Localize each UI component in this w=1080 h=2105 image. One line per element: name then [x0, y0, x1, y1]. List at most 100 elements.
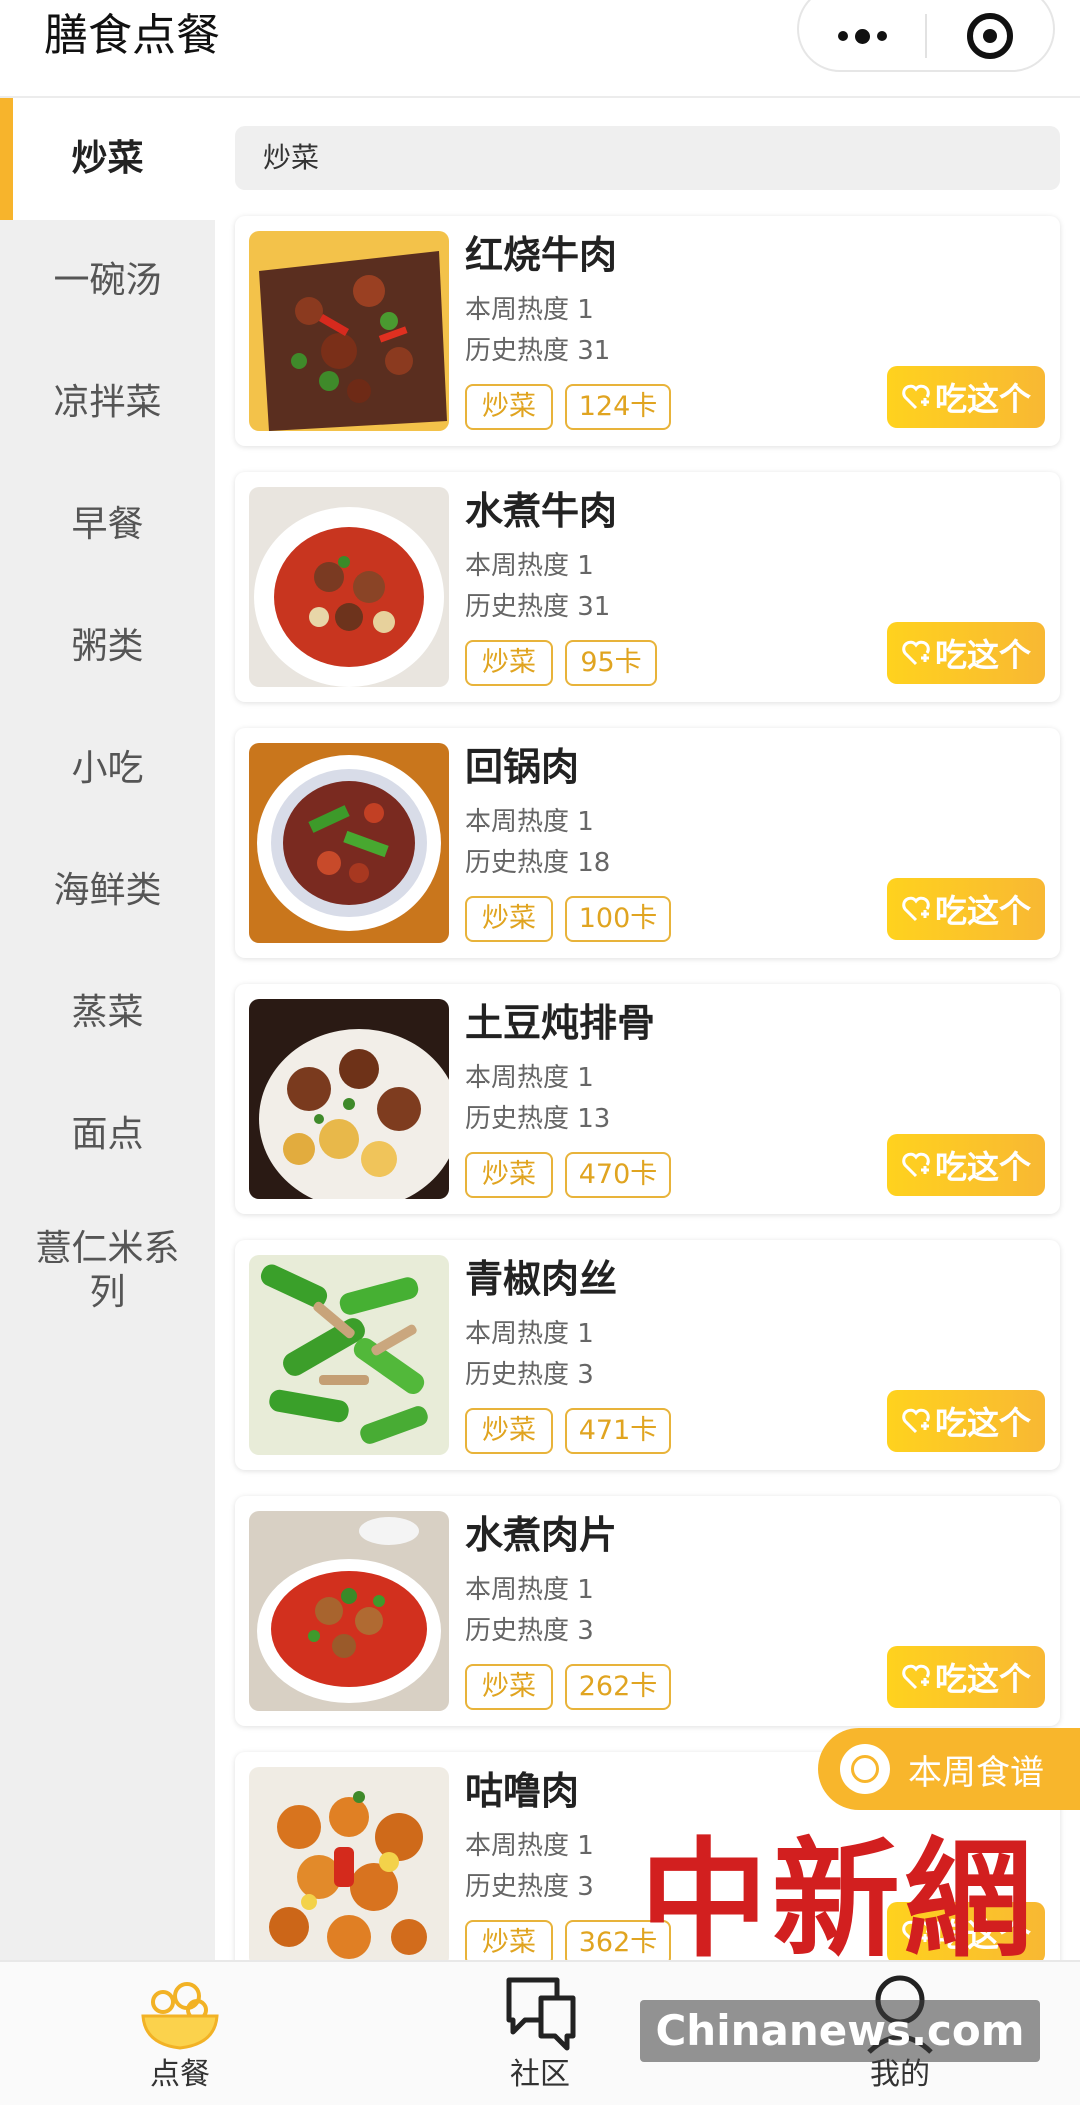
eat-this-label: 吃这个	[934, 1660, 1031, 1698]
eat-this-label: 吃这个	[934, 1916, 1031, 1954]
dish-card[interactable]: 回锅肉 本周热度 1 历史热度 18 炒菜 100卡 吃这个	[235, 728, 1060, 958]
dish-name: 青椒肉丝	[465, 1257, 618, 1301]
category-tag: 炒菜	[465, 1664, 553, 1710]
dish-photo	[249, 487, 449, 687]
eat-this-button[interactable]: 吃这个	[887, 1390, 1045, 1452]
plate-icon	[840, 1744, 890, 1794]
weekly-popularity: 本周热度 1	[465, 1319, 594, 1349]
calorie-tag: 100卡	[565, 896, 671, 942]
category-tag: 炒菜	[465, 896, 553, 942]
category-tag: 炒菜	[465, 640, 553, 686]
calorie-tag: 262卡	[565, 1664, 671, 1710]
tab-order[interactable]: 点餐	[0, 1962, 360, 2105]
dish-photo	[249, 231, 449, 431]
sidebar-item-pastry[interactable]: 面点	[0, 1074, 215, 1196]
history-popularity: 历史热度 3	[465, 1360, 594, 1390]
eat-this-button[interactable]: 吃这个	[887, 878, 1045, 940]
dish-name: 回锅肉	[465, 745, 580, 789]
dish-card[interactable]: 青椒肉丝 本周热度 1 历史热度 3 炒菜 471卡 吃这个	[235, 1240, 1060, 1470]
eat-this-button[interactable]: 吃这个	[887, 1902, 1045, 1964]
tab-community[interactable]: 社区	[360, 1962, 720, 2105]
target-close-icon	[966, 13, 1013, 59]
dish-name: 水煮牛肉	[465, 489, 618, 533]
category-tag: 炒菜	[465, 1408, 553, 1454]
eat-this-button[interactable]: 吃这个	[887, 1134, 1045, 1196]
more-dot-icon	[837, 31, 848, 41]
weekly-menu-label: 本周食谱	[908, 1752, 1044, 1793]
dish-name: 水煮肉片	[465, 1513, 618, 1557]
dish-photo	[249, 743, 449, 943]
history-popularity: 历史热度 31	[465, 592, 611, 622]
dish-card[interactable]: 水煮牛肉 本周热度 1 历史热度 31 炒菜 95卡 吃这个	[235, 472, 1060, 702]
sidebar-item-soup[interactable]: 一碗汤	[0, 220, 215, 342]
food-bowl-icon	[141, 1982, 219, 2050]
calorie-tag: 471卡	[565, 1408, 671, 1454]
calorie-tag: 124卡	[565, 384, 671, 430]
app-title: 膳食点餐	[44, 10, 220, 61]
tab-mine[interactable]: 我的	[720, 1962, 1080, 2105]
sidebar-item-seafood[interactable]: 海鲜类	[0, 830, 215, 952]
heart-plus-icon	[902, 640, 930, 666]
calorie-tag: 95卡	[565, 640, 657, 686]
heart-plus-icon	[902, 896, 930, 922]
weekly-popularity: 本周热度 1	[465, 1063, 594, 1093]
eat-this-label: 吃这个	[934, 380, 1031, 418]
heart-plus-icon	[902, 1152, 930, 1178]
more-menu-button[interactable]	[799, 0, 925, 70]
sidebar-item-cold-dish[interactable]: 凉拌菜	[0, 342, 215, 464]
history-popularity: 历史热度 13	[465, 1104, 611, 1134]
dish-card[interactable]: 水煮肉片 本周热度 1 历史热度 3 炒菜 262卡 吃这个	[235, 1496, 1060, 1726]
weekly-popularity: 本周热度 1	[465, 551, 594, 581]
eat-this-button[interactable]: 吃这个	[887, 622, 1045, 684]
dish-photo	[249, 999, 449, 1199]
category-tag: 炒菜	[465, 1152, 553, 1198]
weekly-popularity: 本周热度 1	[465, 1575, 594, 1605]
eat-this-label: 吃这个	[934, 1148, 1031, 1186]
sidebar-item-porridge[interactable]: 粥类	[0, 586, 215, 708]
weekly-menu-button[interactable]: 本周食谱	[818, 1728, 1080, 1810]
eat-this-button[interactable]: 吃这个	[887, 366, 1045, 428]
weekly-popularity: 本周热度 1	[465, 1831, 594, 1861]
mini-program-capsule	[797, 0, 1055, 72]
more-dot-icon	[876, 31, 887, 41]
sidebar-item-stir-fry[interactable]: 炒菜	[0, 98, 215, 220]
eat-this-label: 吃这个	[934, 636, 1031, 674]
more-dot-icon	[854, 28, 870, 44]
history-popularity: 历史热度 18	[465, 848, 611, 878]
dish-photo	[249, 1767, 449, 1967]
sidebar-item-snacks[interactable]: 小吃	[0, 708, 215, 830]
bottom-tab-bar: 点餐 社区 我的	[0, 1960, 1080, 2105]
close-mini-program-button[interactable]	[927, 0, 1053, 70]
history-popularity: 历史热度 31	[465, 336, 611, 366]
sidebar-item-steamed[interactable]: 蒸菜	[0, 952, 215, 1074]
search-input[interactable]: 炒菜	[235, 126, 1060, 190]
heart-plus-icon	[902, 1664, 930, 1690]
sidebar-item-coix-series[interactable]: 薏仁米系列	[0, 1196, 215, 1346]
dish-photo	[249, 1511, 449, 1711]
eat-this-label: 吃这个	[934, 892, 1031, 930]
history-popularity: 历史热度 3	[465, 1872, 594, 1902]
heart-plus-icon	[902, 1408, 930, 1434]
calorie-tag: 470卡	[565, 1152, 671, 1198]
dish-card[interactable]: 红烧牛肉 本周热度 1 历史热度 31 炒菜 124卡 吃这个	[235, 216, 1060, 446]
heart-plus-icon	[902, 384, 930, 410]
heart-plus-icon	[902, 1920, 930, 1946]
dish-name: 土豆炖排骨	[465, 1001, 656, 1045]
dish-name: 咕噜肉	[465, 1769, 580, 1813]
sidebar-item-breakfast[interactable]: 早餐	[0, 464, 215, 586]
weekly-popularity: 本周热度 1	[465, 807, 594, 837]
category-sidebar: 炒菜 一碗汤 凉拌菜 早餐 粥类 小吃 海鲜类 蒸菜 面点 薏仁米系列	[0, 98, 215, 1960]
chat-bubbles-icon	[506, 1977, 576, 2051]
top-bar: 膳食点餐	[0, 0, 1080, 98]
eat-this-label: 吃这个	[934, 1404, 1031, 1442]
tab-community-label: 社区	[510, 2057, 570, 2092]
eat-this-button[interactable]: 吃这个	[887, 1646, 1045, 1708]
tab-mine-label: 我的	[870, 2057, 930, 2092]
dish-photo	[249, 1255, 449, 1455]
person-icon	[867, 1975, 933, 2054]
dish-card[interactable]: 土豆炖排骨 本周热度 1 历史热度 13 炒菜 470卡 吃这个	[235, 984, 1060, 1214]
category-tag: 炒菜	[465, 384, 553, 430]
weekly-popularity: 本周热度 1	[465, 295, 594, 325]
history-popularity: 历史热度 3	[465, 1616, 594, 1646]
tab-order-label: 点餐	[150, 2057, 210, 2092]
